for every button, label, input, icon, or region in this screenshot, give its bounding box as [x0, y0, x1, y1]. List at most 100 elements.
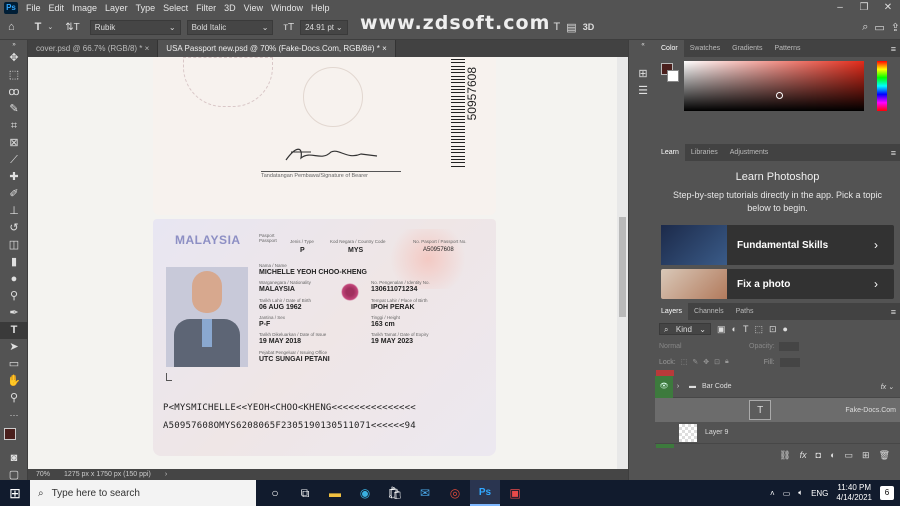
color-swatches[interactable] [0, 424, 28, 450]
tab-gradients[interactable]: Gradients [726, 40, 768, 57]
menu-image[interactable]: Image [68, 3, 101, 13]
photoshop-taskbar-icon[interactable]: Ps [470, 480, 500, 506]
layer-row-layer-9[interactable]: Layer 9 [655, 422, 900, 444]
network-icon[interactable]: ▭ [783, 489, 791, 498]
pixel-filter-icon[interactable]: ▣ [717, 324, 726, 335]
healing-tool-icon[interactable]: ✚ [0, 169, 28, 186]
fx-icon[interactable]: fx [800, 450, 807, 460]
quick-mask-icon[interactable]: ◙ [0, 450, 28, 467]
foreground-color-swatch[interactable] [4, 428, 16, 440]
lock-paint-icon[interactable]: ✎ [692, 358, 698, 366]
tab-learn[interactable]: Learn [655, 144, 685, 161]
dodge-tool-icon[interactable]: ⚲ [0, 288, 28, 305]
new-group-icon[interactable]: ▭ [845, 450, 854, 461]
lock-position-icon[interactable]: ✥ [703, 358, 709, 366]
hue-slider[interactable] [877, 61, 887, 111]
menu-select[interactable]: Select [159, 3, 192, 13]
tab-patterns[interactable]: Patterns [768, 40, 806, 57]
background-color-swatch[interactable] [667, 70, 679, 82]
font-style-select[interactable]: Bold Italic ⌄ [186, 19, 274, 35]
add-mask-icon[interactable]: ◘ [816, 450, 821, 460]
font-size-select[interactable]: 24.91 pt ⌄ [300, 19, 348, 35]
blur-tool-icon[interactable]: ● [0, 271, 28, 288]
zoom-tool-icon[interactable]: ⚲ [0, 390, 28, 407]
lasso-tool-icon[interactable]: ꝏ [0, 84, 28, 101]
chevron-right-icon[interactable]: › [165, 471, 167, 478]
store-icon[interactable]: 🛍︎ [380, 480, 410, 506]
history-panel-icon[interactable]: ⊞ [629, 66, 657, 83]
menu-file[interactable]: File [22, 3, 45, 13]
language-indicator[interactable]: ENG [811, 489, 828, 498]
filter-kind-select[interactable]: ⌕ Kind ⌄ [659, 323, 711, 335]
lock-all-icon[interactable]: 🔒︎ [725, 358, 729, 366]
file-explorer-icon[interactable]: ▬ [320, 480, 350, 506]
text-orientation-icon[interactable]: ⇅T [65, 22, 80, 33]
crop-tool-icon[interactable]: ⌗ [0, 118, 28, 135]
layer-row-fake-docs[interactable]: T Fake-Docs.Com [655, 398, 900, 422]
layer-name[interactable]: Fake-Docs.Com [845, 404, 896, 417]
document-canvas[interactable]: Tandatangan Pembawa/Signature of Bearer … [28, 57, 628, 469]
menu-edit[interactable]: Edit [45, 3, 69, 13]
volume-icon[interactable]: 🔈︎ [798, 488, 803, 498]
chevron-down-icon[interactable]: ⌄ [47, 23, 53, 31]
visibility-eye-icon[interactable]: 👁︎ [655, 375, 673, 398]
more-tools-icon[interactable]: ··· [0, 407, 28, 424]
trash-icon[interactable]: 🗑︎ [879, 450, 890, 461]
scrollbar-thumb[interactable] [619, 217, 626, 317]
edge-icon[interactable]: ◉ [350, 480, 380, 506]
path-select-tool-icon[interactable]: ➤ [0, 339, 28, 356]
menu-view[interactable]: View [240, 3, 267, 13]
3d-label[interactable]: 3D [583, 22, 595, 32]
chevron-right-icon[interactable]: › [673, 383, 683, 390]
close-icon[interactable]: × [145, 44, 150, 53]
collapse-icon[interactable]: » [0, 40, 28, 50]
collapse-icon[interactable]: « [629, 40, 657, 50]
move-tool-icon[interactable]: ✥ [0, 50, 28, 67]
pen-tool-icon[interactable]: ✒ [0, 305, 28, 322]
opacity-input[interactable] [778, 341, 799, 351]
character-panel-icon[interactable]: ▤ [566, 21, 576, 34]
tab-channels[interactable]: Channels [688, 303, 730, 320]
quick-select-tool-icon[interactable]: ✎ [0, 101, 28, 118]
blend-mode-select[interactable]: Normal [659, 343, 719, 350]
brush-tool-icon[interactable]: ✐ [0, 186, 28, 203]
eyedropper-tool-icon[interactable]: ⟋ [0, 152, 28, 169]
close-button[interactable]: ✕ [876, 0, 900, 15]
color-picker-cursor[interactable] [776, 92, 783, 99]
panel-menu-icon[interactable]: ≡ [891, 307, 900, 317]
layer-name[interactable]: Layer 9 [705, 429, 728, 436]
hand-tool-icon[interactable]: ✋ [0, 373, 28, 390]
menu-window[interactable]: Window [267, 3, 307, 13]
recorder-icon[interactable]: ▣ [500, 480, 530, 506]
restore-button[interactable]: ❐ [852, 0, 876, 15]
zoom-level[interactable]: 70% [36, 471, 50, 478]
type-filter-icon[interactable]: T [743, 324, 749, 334]
close-icon[interactable]: × [382, 44, 387, 53]
tab-libraries[interactable]: Libraries [685, 144, 724, 161]
menu-type[interactable]: Type [132, 3, 160, 13]
tab-cover[interactable]: cover.psd @ 66.7% (RGB/8) * × [28, 40, 159, 57]
fill-input[interactable] [779, 357, 800, 367]
saturation-brightness-field[interactable] [684, 61, 864, 111]
chrome-icon[interactable]: ◎ [440, 480, 470, 506]
stamp-tool-icon[interactable]: ⊥ [0, 203, 28, 220]
search-icon[interactable]: ⌕ [862, 21, 868, 34]
layer-row-bar-code[interactable]: 👁︎ › ▬ Bar Code fx ⌄ [655, 375, 900, 398]
gradient-tool-icon[interactable]: ▮ [0, 254, 28, 271]
panel-menu-icon[interactable]: ≡ [891, 44, 900, 54]
adjustment-layer-icon[interactable]: ◐ [830, 450, 835, 460]
layer-name[interactable]: Bar Code [702, 383, 732, 390]
minimize-button[interactable]: – [828, 0, 852, 15]
share-icon[interactable]: ⇪ [891, 21, 900, 34]
taskbar-search[interactable]: ⌕ Type here to search [30, 480, 256, 506]
tab-swatches[interactable]: Swatches [684, 40, 726, 57]
tab-paths[interactable]: Paths [730, 303, 760, 320]
chevron-up-icon[interactable]: ˄ [770, 489, 775, 498]
panel-menu-icon[interactable]: ≡ [891, 148, 900, 158]
rectangle-tool-icon[interactable]: ▭ [0, 356, 28, 373]
adjustment-filter-icon[interactable]: ◐ [732, 324, 737, 334]
menu-help[interactable]: Help [307, 3, 334, 13]
link-layers-icon[interactable]: ⛓︎ [779, 450, 790, 461]
workspace-icon[interactable]: ▭ [874, 21, 884, 34]
lock-pixels-icon[interactable]: ⬚ [681, 358, 688, 366]
